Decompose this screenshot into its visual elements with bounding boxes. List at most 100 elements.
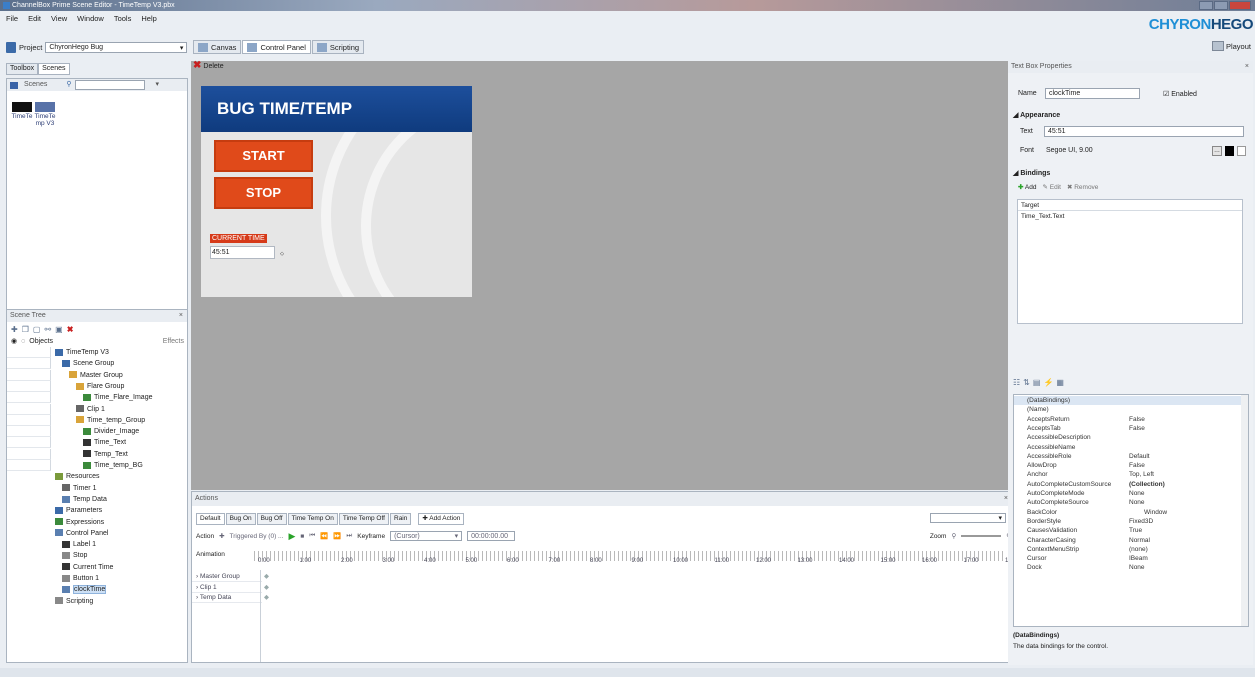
playout-button[interactable]: Playout [1211, 41, 1251, 51]
tree-node[interactable]: Time_temp_BG [7, 460, 187, 471]
next-keyframe-icon[interactable]: ⏭ [346, 532, 352, 540]
tree-node[interactable]: Master Group [7, 369, 187, 381]
property-row[interactable]: AutoCompleteCustomSource (Collection) [1014, 480, 1248, 489]
keyframe-diamond-icon[interactable]: ◆ [264, 583, 269, 593]
tree-node[interactable]: Time_temp_Group [7, 414, 187, 426]
link-icon[interactable]: ⚯ [44, 325, 51, 334]
close-icon[interactable]: × [1245, 61, 1249, 73]
property-value[interactable]: Fixed3D [1129, 517, 1153, 526]
tree-node[interactable]: TimeTemp V3 [7, 347, 187, 358]
font-browse-button[interactable]: … [1212, 146, 1222, 156]
background-color-swatch[interactable] [1237, 146, 1246, 156]
property-value[interactable]: True [1129, 526, 1142, 535]
start-button[interactable]: START [214, 140, 313, 172]
add-action-button[interactable]: ✚ Add Action [418, 513, 465, 525]
property-row[interactable]: AutoCompleteSource None [1014, 498, 1248, 507]
menu-help[interactable]: Help [141, 13, 156, 25]
stop-icon[interactable]: ■ [300, 533, 304, 540]
property-value[interactable]: Window [1144, 508, 1167, 517]
tree-node[interactable]: Button 1 [7, 573, 187, 584]
tree-node[interactable]: Control Panel [7, 528, 187, 539]
events-icon[interactable]: ⚡ [1043, 378, 1053, 387]
property-row[interactable]: AcceptsTab False [1014, 424, 1248, 433]
alphabetical-icon[interactable]: ⇅ [1023, 378, 1030, 387]
tab-bug-off[interactable]: Bug Off [256, 513, 287, 525]
property-row[interactable]: BorderStyle Fixed3D [1014, 517, 1248, 526]
property-row[interactable]: AllowDrop False [1014, 461, 1248, 470]
property-pages-icon[interactable]: ▦ [1056, 378, 1064, 387]
property-value[interactable]: IBeam [1129, 554, 1148, 563]
tab-control-panel[interactable]: Control Panel [242, 40, 311, 54]
tree-visibility-toggle[interactable] [7, 380, 51, 392]
zoom-slider[interactable] [961, 535, 1002, 537]
triggered-by[interactable]: Triggered By (0) ... [230, 533, 284, 540]
clock-time-textbox[interactable]: 45:51 ◇ [210, 246, 284, 259]
property-value[interactable]: None [1129, 563, 1145, 572]
appearance-section[interactable]: ◢ Appearance [1013, 111, 1060, 119]
tree-visibility-toggle[interactable] [7, 403, 51, 415]
menu-edit[interactable]: Edit [28, 13, 41, 25]
tree-node[interactable]: Scripting [7, 596, 187, 607]
timecode-input[interactable]: 00:00:00.00 [467, 531, 516, 541]
font-color-swatch[interactable] [1225, 146, 1234, 156]
enabled-checkbox[interactable]: ☑ Enabled [1163, 90, 1197, 98]
close-icon[interactable]: × [179, 310, 183, 322]
property-row[interactable]: AcceptsReturn False [1014, 415, 1248, 424]
property-row[interactable]: Anchor Top, Left [1014, 470, 1248, 479]
property-value[interactable]: (none) [1129, 545, 1148, 554]
tree-node[interactable]: Time_Text [7, 437, 187, 449]
property-row[interactable]: (DataBindings) [1014, 396, 1248, 406]
property-value[interactable]: (Collection) [1129, 480, 1165, 489]
zoom-out-icon[interactable]: ⚲ [951, 532, 956, 540]
step-back-icon[interactable]: ⏪ [320, 532, 328, 540]
tree-visibility-toggle[interactable] [7, 460, 51, 471]
project-select[interactable]: ChyronHego Bug ▾ [45, 42, 188, 53]
track-row[interactable]: › Clip 1 ◆ [192, 583, 269, 593]
add-icon[interactable]: ✚ [219, 532, 224, 540]
add-object-icon[interactable]: ✚ [11, 325, 18, 334]
maximize-button[interactable] [1214, 1, 1228, 10]
tree-node[interactable]: clockTime [7, 584, 187, 595]
property-value[interactable]: Normal [1129, 536, 1150, 545]
property-value[interactable]: False [1129, 424, 1145, 433]
property-value[interactable]: Default [1129, 452, 1150, 461]
binding-row[interactable]: Time_Text.Text [1018, 211, 1242, 222]
tab-scenes[interactable]: Scenes [38, 63, 70, 75]
track-row[interactable]: › Master Group ◆ [192, 572, 269, 582]
tree-visibility-toggle[interactable] [7, 358, 51, 370]
tree-node[interactable]: Parameters [7, 505, 187, 516]
close-window-button[interactable] [1229, 1, 1251, 10]
property-value[interactable]: Top, Left [1129, 470, 1154, 479]
property-row[interactable]: AutoCompleteMode None [1014, 489, 1248, 498]
remove-binding-button[interactable]: ✖ Remove [1067, 183, 1098, 191]
tab-toolbox[interactable]: Toolbox [6, 63, 39, 75]
tree-node[interactable]: Temp Data [7, 494, 187, 505]
property-value[interactable]: False [1129, 461, 1145, 470]
text-field[interactable]: 45:51 [1044, 126, 1244, 137]
group-icon[interactable]: ▣ [55, 325, 63, 334]
menu-view[interactable]: View [51, 13, 67, 25]
delete-button[interactable]: Delete [203, 63, 223, 70]
tree-visibility-toggle[interactable] [7, 414, 51, 426]
copy-icon[interactable]: ❐ [22, 325, 29, 334]
property-row[interactable]: Dock None [1014, 563, 1248, 572]
scene-search-input[interactable] [74, 80, 145, 90]
tab-time-temp-off[interactable]: Time Temp Off [338, 513, 389, 525]
bindings-section[interactable]: ◢ Bindings [1013, 169, 1050, 177]
stop-button[interactable]: STOP [214, 177, 313, 209]
add-binding-button[interactable]: ✚ Add [1018, 183, 1036, 191]
property-value[interactable]: False [1129, 415, 1145, 424]
delete-icon[interactable]: ✖ [67, 325, 74, 334]
property-grid-scrollbar[interactable] [1241, 395, 1248, 626]
tab-default[interactable]: Default [196, 513, 225, 525]
property-row[interactable]: CharacterCasing Normal [1014, 536, 1248, 545]
tree-node[interactable]: Flare Group [7, 380, 187, 392]
action-dropdown[interactable]: ▾ [930, 513, 1006, 523]
scene-item-selected[interactable]: TimeTe mp V3 [34, 102, 56, 127]
edit-binding-button[interactable]: ✎ Edit [1042, 183, 1060, 191]
tree-node[interactable]: Resources [7, 471, 187, 482]
property-value[interactable]: None [1129, 498, 1145, 507]
tree-node[interactable]: Stop [7, 550, 187, 561]
tab-canvas[interactable]: Canvas [193, 40, 242, 54]
tree-node[interactable]: Temp_Text [7, 448, 187, 460]
